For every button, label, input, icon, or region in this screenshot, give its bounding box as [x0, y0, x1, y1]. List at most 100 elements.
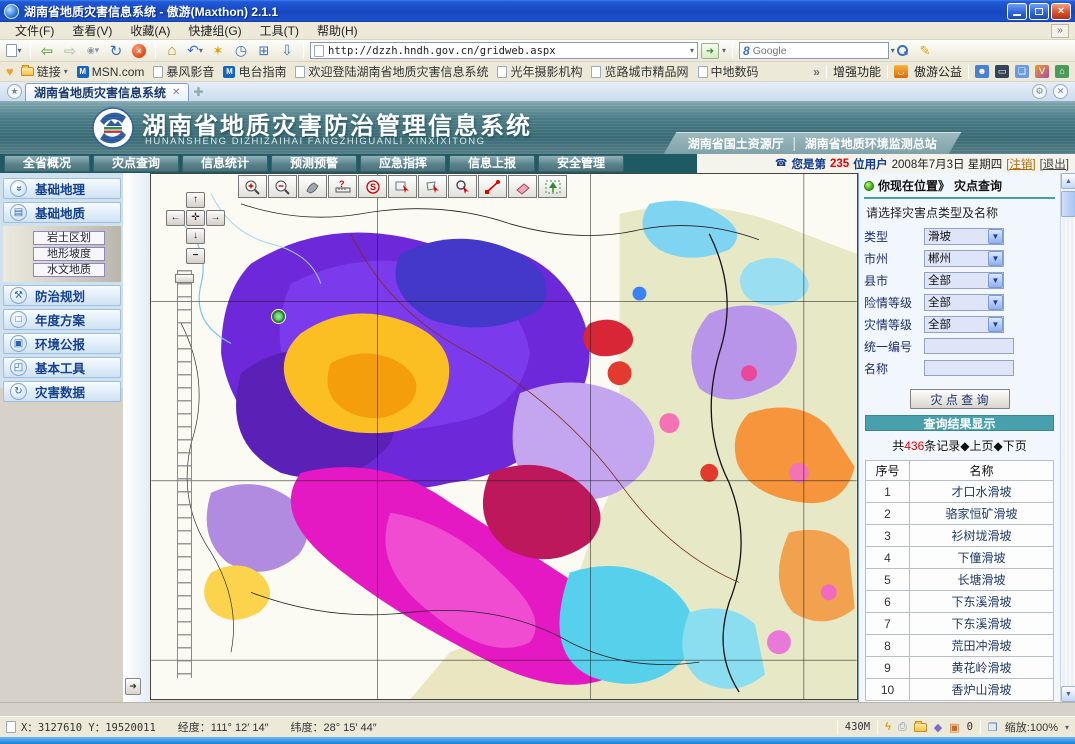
links-folder[interactable]: 链接▾ — [19, 63, 70, 80]
menu-view[interactable]: 查看(V) — [63, 21, 121, 40]
nav-tab-disaster-query[interactable]: 灾点查询 — [93, 155, 179, 172]
boost-icon[interactable]: ϟ — [885, 721, 891, 733]
disaster-query-button[interactable]: 灾 点 查 询 — [910, 389, 1010, 409]
sidebar-subitem-hydrogeology[interactable]: 水文地质 — [33, 263, 105, 277]
adhunter-icon[interactable]: ◆ — [934, 721, 942, 734]
table-row[interactable]: 3衫树垅滑坡 — [866, 525, 1054, 547]
nav-tab-forecast-warning[interactable]: 预测预警 — [271, 155, 357, 172]
draw-line-button[interactable] — [478, 175, 507, 198]
printer-icon[interactable]: ⎙ — [898, 721, 907, 734]
search-input[interactable] — [753, 45, 888, 57]
zoom-step-out-button[interactable]: − — [186, 248, 205, 264]
back-icon[interactable]: ⇦ — [37, 42, 57, 60]
select-polygon-button[interactable] — [418, 175, 447, 198]
window-layout-icon[interactable]: ▭ — [995, 65, 1009, 78]
map-viewport[interactable]: ? S ↑ ← ✛ → ↓ − — [150, 173, 858, 700]
link-geo-env-monitoring-station[interactable]: 湖南省地质环境监测总站 — [805, 135, 937, 152]
eraser-button[interactable] — [508, 175, 537, 198]
window-zoom-icon[interactable]: ❐ — [988, 721, 998, 734]
table-row[interactable]: 9黄花岭滑坡 — [866, 657, 1054, 679]
link-land-resources-dept[interactable]: 湖南省国土资源厅 — [688, 135, 784, 152]
folder-icon[interactable] — [914, 723, 927, 732]
zoom-in-button[interactable] — [238, 175, 267, 198]
center-button[interactable]: ✛ — [186, 210, 205, 226]
forward-icon[interactable]: ⇨ — [60, 42, 80, 60]
logout-link[interactable]: [注销] — [1006, 156, 1035, 172]
link-welcome-hunan-geo[interactable]: 欢迎登陆湖南省地质灾害信息系统 — [293, 63, 490, 80]
sidebar-item-annual-plan[interactable]: □ 年度方案 — [3, 309, 121, 330]
history-clock-icon[interactable]: ◷ — [231, 42, 251, 60]
select-rectangle-button[interactable] — [388, 175, 417, 198]
sidebar-item-disaster-data[interactable]: ↻ 灾害数据 — [3, 381, 121, 402]
table-row[interactable]: 7下东溪滑坡 — [866, 613, 1054, 635]
magic-wand-icon[interactable]: ✶ — [208, 42, 228, 60]
menu-groups[interactable]: 快捷组(G) — [179, 21, 250, 40]
address-dropdown-icon[interactable]: ▾ — [690, 46, 694, 55]
nav-tab-info-report[interactable]: 信息上报 — [449, 155, 535, 172]
sidebar-item-basic-tools[interactable]: ◰ 基本工具 — [3, 357, 121, 378]
close-button[interactable]: × — [1051, 3, 1071, 20]
county-select[interactable]: 全部▼ — [924, 272, 1004, 289]
scale-button[interactable]: S — [358, 175, 387, 198]
maxthon-charity-link[interactable]: 傲游公益 — [914, 63, 962, 80]
link-msn[interactable]: MMSN.com — [75, 65, 147, 79]
refresh-icon[interactable]: ↻ — [106, 42, 126, 60]
table-row[interactable]: 4下僮滑坡 — [866, 547, 1054, 569]
highlighter-icon[interactable]: ✎ — [915, 42, 935, 60]
nav-tab-info-statistics[interactable]: 信息统计 — [182, 155, 268, 172]
prev-page-link[interactable]: ◆上页 — [960, 439, 993, 453]
link-baofeng[interactable]: 暴风影音 — [151, 63, 216, 80]
table-row[interactable]: 8荒田冲滑坡 — [866, 635, 1054, 657]
address-bar[interactable]: ▾ — [310, 42, 698, 59]
type-select[interactable]: 滑坡▼ — [924, 228, 1004, 245]
map-marker[interactable] — [272, 310, 285, 323]
tab-close-icon[interactable]: ✕ — [172, 87, 180, 98]
tab-tools-icon[interactable]: ⚙ — [1032, 84, 1047, 99]
collapse-panel-button[interactable]: ➜ — [125, 678, 141, 695]
pan-left-button[interactable]: ← — [166, 210, 185, 226]
damage-level-select[interactable]: 全部▼ — [924, 316, 1004, 333]
new-tab-icon[interactable]: ✚ — [193, 85, 203, 99]
zoom-dropdown-icon[interactable]: ▾ — [1065, 723, 1069, 732]
favorites-heart-icon[interactable]: ♥ — [6, 64, 14, 79]
tab-star-icon[interactable]: ★ — [7, 84, 22, 99]
geological-map-image[interactable] — [151, 174, 857, 699]
pan-up-button[interactable]: ↑ — [186, 192, 205, 208]
pan-right-button[interactable]: → — [206, 210, 225, 226]
plugin-icon[interactable]: ⌂ — [1055, 65, 1069, 78]
city-select[interactable]: 郴州▼ — [924, 250, 1004, 267]
sidebar-item-base-geology[interactable]: ▤ 基础地质 — [3, 202, 121, 223]
nav-tab-emergency-command[interactable]: 应急指挥 — [360, 155, 446, 172]
enhance-features-link[interactable]: 增强功能 — [833, 63, 881, 80]
restore-button[interactable] — [1029, 3, 1049, 20]
menu-favorites[interactable]: 收藏(A) — [121, 21, 179, 40]
address-input[interactable] — [328, 45, 686, 57]
messenger-icon[interactable]: ☻ — [975, 65, 989, 78]
exit-link[interactable]: [退出] — [1040, 156, 1069, 172]
home-icon[interactable]: ⌂ — [162, 42, 182, 60]
sidebar-item-environment-bulletin[interactable]: ▣ 环境公报 — [3, 333, 121, 354]
search-box[interactable]: 8 ▾ — [739, 42, 889, 59]
link-photo-studio[interactable]: 光年摄影机构 — [495, 63, 584, 80]
menu-collapse-chevron-icon[interactable]: » — [1051, 24, 1069, 38]
link-zhongdi[interactable]: 中地数码 — [696, 63, 761, 80]
select-circle-button[interactable] — [448, 175, 477, 198]
scroll-down-icon[interactable]: ▼ — [1061, 686, 1075, 702]
history-dropdown-icon[interactable]: ◉▾ — [83, 42, 103, 60]
pan-down-button[interactable]: ↓ — [186, 228, 205, 244]
search-icon[interactable] — [892, 42, 912, 60]
table-row[interactable]: 6下东溪滑坡 — [866, 591, 1054, 613]
table-row[interactable]: 2骆家恒矿滑坡 — [866, 503, 1054, 525]
menu-help[interactable]: 帮助(H) — [308, 21, 367, 40]
zoom-level-slider[interactable] — [177, 270, 192, 678]
go-button[interactable]: ➜ — [701, 43, 719, 59]
nav-tab-province-overview[interactable]: 全省概况 — [4, 155, 90, 172]
measure-distance-button[interactable]: ? — [328, 175, 357, 198]
links-overflow-chevron-icon[interactable]: » — [813, 65, 820, 79]
zoom-level[interactable]: 缩放:100% — [1005, 719, 1058, 735]
undo-icon[interactable]: ↶▾ — [185, 42, 205, 60]
risk-level-select[interactable]: 全部▼ — [924, 294, 1004, 311]
full-extent-button[interactable] — [538, 175, 567, 198]
vertical-scrollbar[interactable]: ▲ ▼ — [1060, 173, 1075, 702]
pan-button[interactable] — [298, 175, 327, 198]
